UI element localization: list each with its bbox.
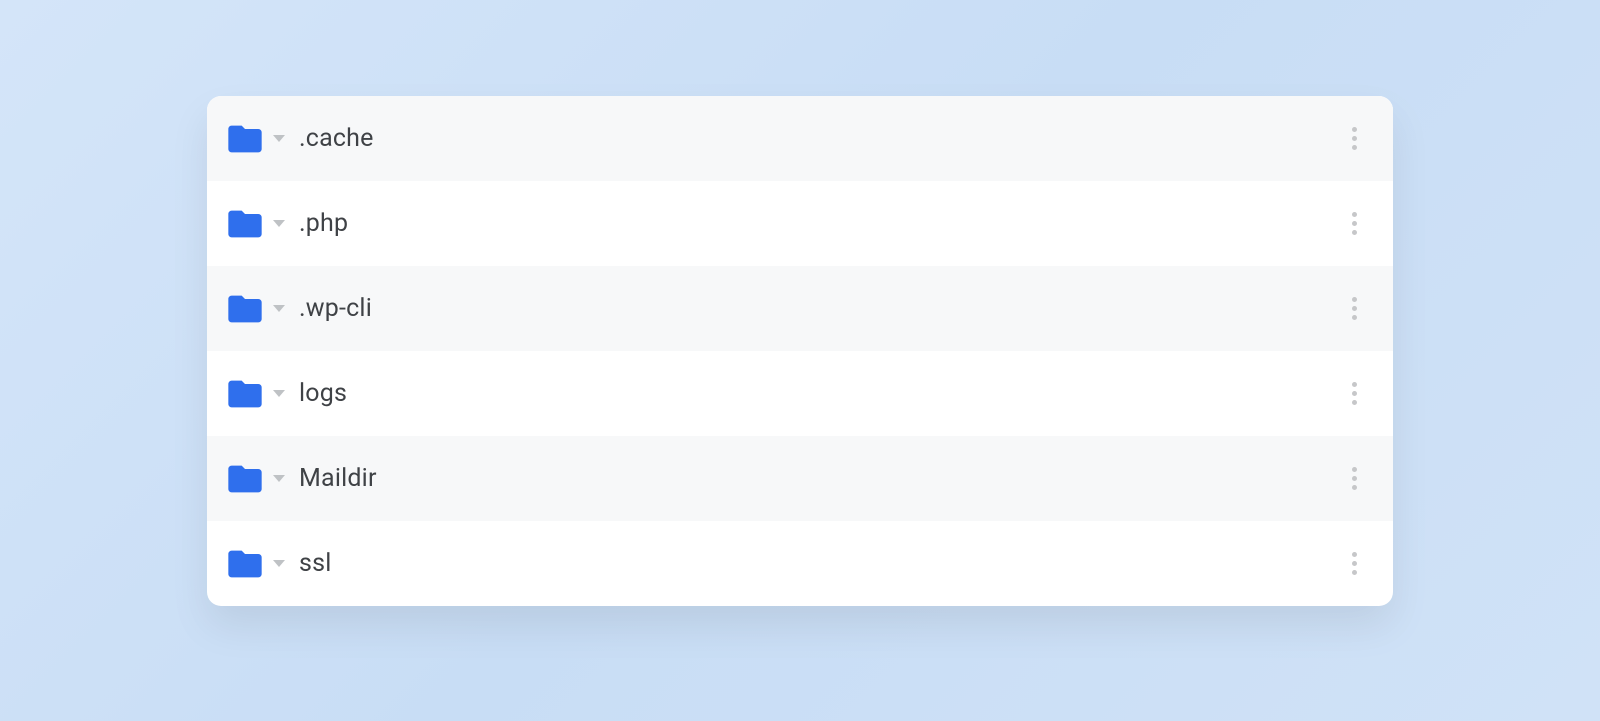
file-name-label: Maildir bbox=[299, 464, 1344, 493]
file-list-panel: .cache .php .wp-cli logs Maildir ssl bbox=[207, 96, 1393, 606]
file-name-label: .wp-cli bbox=[299, 294, 1344, 323]
file-row[interactable]: logs bbox=[207, 351, 1393, 436]
more-options-button[interactable] bbox=[1344, 119, 1365, 158]
file-row[interactable]: .php bbox=[207, 181, 1393, 266]
chevron-down-icon[interactable] bbox=[273, 135, 285, 142]
folder-icon bbox=[225, 119, 265, 159]
folder-icon bbox=[225, 459, 265, 499]
file-row[interactable]: .cache bbox=[207, 96, 1393, 181]
file-row[interactable]: Maildir bbox=[207, 436, 1393, 521]
file-name-label: logs bbox=[299, 379, 1344, 408]
more-options-button[interactable] bbox=[1344, 544, 1365, 583]
file-name-label: ssl bbox=[299, 549, 1344, 578]
more-options-button[interactable] bbox=[1344, 459, 1365, 498]
file-row[interactable]: .wp-cli bbox=[207, 266, 1393, 351]
chevron-down-icon[interactable] bbox=[273, 475, 285, 482]
more-options-button[interactable] bbox=[1344, 374, 1365, 413]
folder-icon bbox=[225, 289, 265, 329]
file-name-label: .cache bbox=[299, 124, 1344, 153]
chevron-down-icon[interactable] bbox=[273, 220, 285, 227]
folder-icon bbox=[225, 204, 265, 244]
folder-icon bbox=[225, 374, 265, 414]
chevron-down-icon[interactable] bbox=[273, 560, 285, 567]
more-options-button[interactable] bbox=[1344, 289, 1365, 328]
file-row[interactable]: ssl bbox=[207, 521, 1393, 606]
file-name-label: .php bbox=[299, 209, 1344, 238]
chevron-down-icon[interactable] bbox=[273, 390, 285, 397]
chevron-down-icon[interactable] bbox=[273, 305, 285, 312]
more-options-button[interactable] bbox=[1344, 204, 1365, 243]
folder-icon bbox=[225, 544, 265, 584]
